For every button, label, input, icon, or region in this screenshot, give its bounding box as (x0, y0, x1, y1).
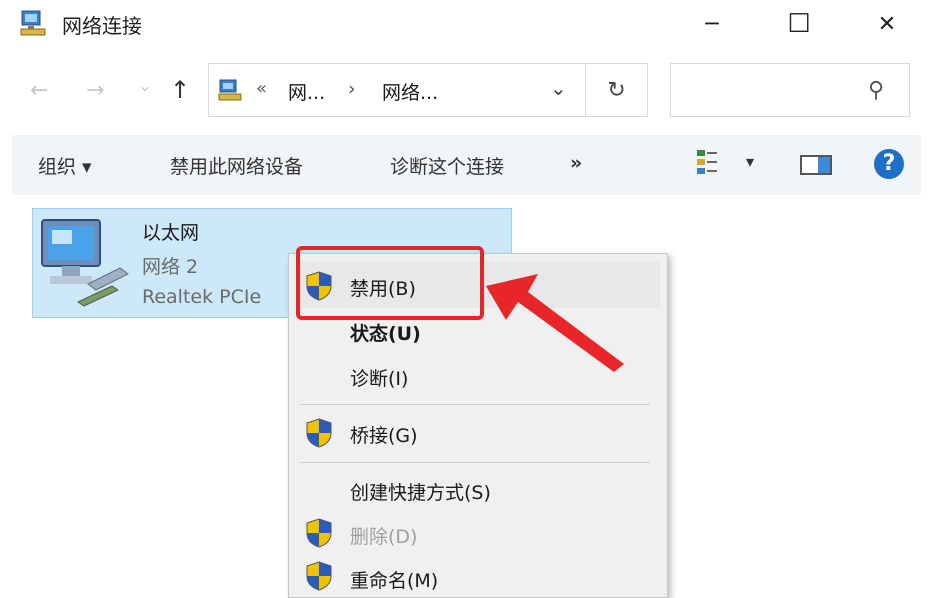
organize-menu-button[interactable]: 组织 ▾ (38, 152, 92, 179)
refresh-icon: ↻ (607, 77, 626, 103)
help-button[interactable]: ? (874, 149, 904, 179)
uac-shield-icon (306, 518, 332, 548)
menu-item-label: 诊断(I) (350, 368, 409, 390)
up-arrow-icon: ↑ (170, 76, 191, 104)
preview-pane-icon (800, 155, 832, 175)
maximize-button[interactable]: ☐ (767, 0, 831, 48)
refresh-button[interactable]: ↻ (586, 63, 648, 117)
back-arrow-icon: ← (30, 78, 49, 103)
back-button[interactable]: ← (30, 78, 48, 103)
breadcrumb-item-2[interactable]: 网络... (382, 78, 438, 105)
annotation-arrow-icon (486, 274, 624, 372)
network-adapter-icon (41, 219, 129, 307)
minimize-button[interactable]: ─ (680, 0, 744, 48)
menu-item-label: 创建快捷方式(S) (350, 482, 491, 504)
view-dropdown-button[interactable]: ▾ (746, 152, 754, 171)
breadcrumb-item-1[interactable]: 网... (288, 78, 325, 105)
search-icon: ⚲ (868, 78, 885, 103)
address-dropdown-button[interactable]: ⌄ (550, 76, 567, 100)
diagnose-connection-button[interactable]: 诊断这个连接 (390, 152, 504, 179)
window-title: 网络连接 (62, 14, 142, 38)
connection-adapter: Realtek PCIe (142, 286, 262, 308)
close-button[interactable]: ✕ (855, 0, 919, 48)
connection-network: 网络 2 (142, 256, 199, 278)
forward-button[interactable]: → (86, 78, 104, 103)
view-list-icon (697, 150, 717, 174)
network-connections-icon (20, 10, 46, 36)
chevron-down-icon: ⌄ (550, 76, 567, 100)
caret-down-icon: ▾ (746, 152, 755, 171)
breadcrumb-separator[interactable]: › (348, 78, 356, 100)
help-icon: ? (882, 151, 896, 176)
uac-shield-icon (306, 418, 332, 448)
menu-item-label: 重命名(M) (350, 570, 439, 592)
more-commands-button[interactable]: » (570, 152, 582, 174)
breadcrumb-overflow[interactable]: « (256, 78, 267, 99)
menu-item-label: 状态(U) (350, 323, 421, 345)
network-folder-icon (218, 79, 242, 101)
recent-locations-button[interactable]: ⌄ (138, 76, 151, 95)
uac-shield-icon (306, 561, 332, 591)
chevron-down-icon: ⌄ (138, 76, 152, 95)
change-view-button[interactable] (696, 148, 744, 178)
preview-pane-button[interactable] (800, 153, 834, 177)
connection-name: 以太网 (142, 222, 200, 244)
up-button[interactable]: ↑ (170, 76, 190, 104)
forward-arrow-icon: → (86, 78, 105, 103)
disable-device-button[interactable]: 禁用此网络设备 (170, 152, 303, 179)
maximize-icon: ☐ (787, 9, 811, 39)
annotation-highlight-box (296, 246, 484, 320)
close-icon: ✕ (877, 11, 897, 37)
minimize-icon: ─ (705, 11, 719, 37)
menu-separator (300, 462, 650, 463)
menu-separator (300, 404, 650, 405)
menu-item-label: 删除(D) (350, 526, 418, 548)
menu-item-label: 桥接(G) (350, 425, 418, 447)
